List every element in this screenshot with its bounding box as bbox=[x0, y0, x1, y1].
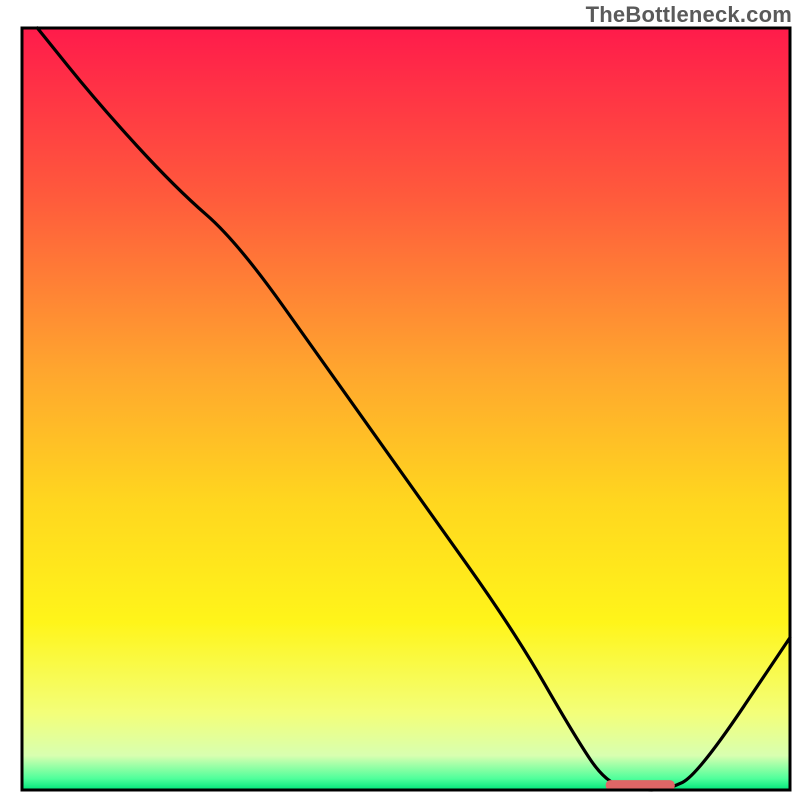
gradient-background bbox=[22, 28, 790, 790]
chart-container: TheBottleneck.com bbox=[0, 0, 800, 800]
bottleneck-chart bbox=[0, 0, 800, 800]
watermark-text: TheBottleneck.com bbox=[586, 2, 792, 28]
